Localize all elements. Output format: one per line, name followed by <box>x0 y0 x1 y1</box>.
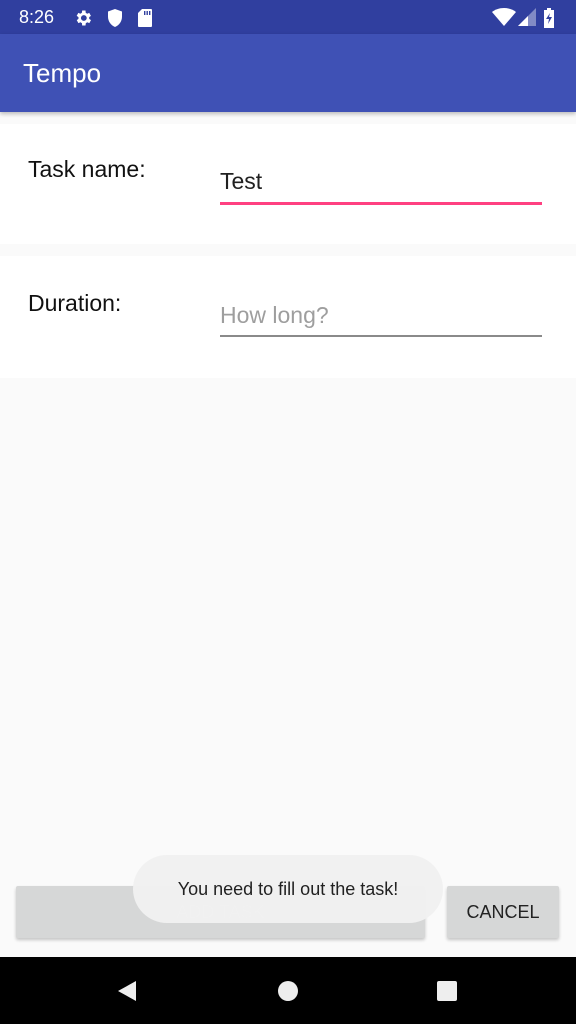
sd-card-icon <box>138 9 152 27</box>
toast-message: You need to fill out the task! <box>133 855 443 923</box>
navigation-bar <box>0 957 576 1024</box>
recents-icon[interactable] <box>436 980 458 1002</box>
duration-label: Duration: <box>28 290 122 316</box>
cell-signal-icon <box>518 8 536 26</box>
task-name-row: Task name: Test <box>0 124 576 244</box>
duration-row: Duration: How long? <box>0 256 576 378</box>
status-bar: 8:26 <box>0 0 576 34</box>
cancel-button[interactable]: CANCEL <box>447 886 559 938</box>
battery-charging-icon <box>544 8 554 28</box>
app-bar: Tempo <box>0 34 576 112</box>
app-title: Tempo <box>23 58 102 88</box>
task-name-input[interactable]: Test <box>220 168 542 206</box>
wifi-icon <box>492 8 516 26</box>
task-name-value: Test <box>220 168 263 194</box>
task-name-label: Task name: <box>28 156 146 182</box>
duration-underline <box>220 335 542 337</box>
task-name-underline <box>220 202 542 205</box>
duration-input[interactable]: How long? <box>220 302 542 340</box>
home-icon[interactable] <box>277 980 299 1002</box>
duration-placeholder: How long? <box>220 302 329 328</box>
shield-icon <box>108 9 122 27</box>
back-icon[interactable] <box>116 980 138 1002</box>
gear-icon <box>76 10 91 26</box>
status-time: 8:26 <box>19 7 55 27</box>
